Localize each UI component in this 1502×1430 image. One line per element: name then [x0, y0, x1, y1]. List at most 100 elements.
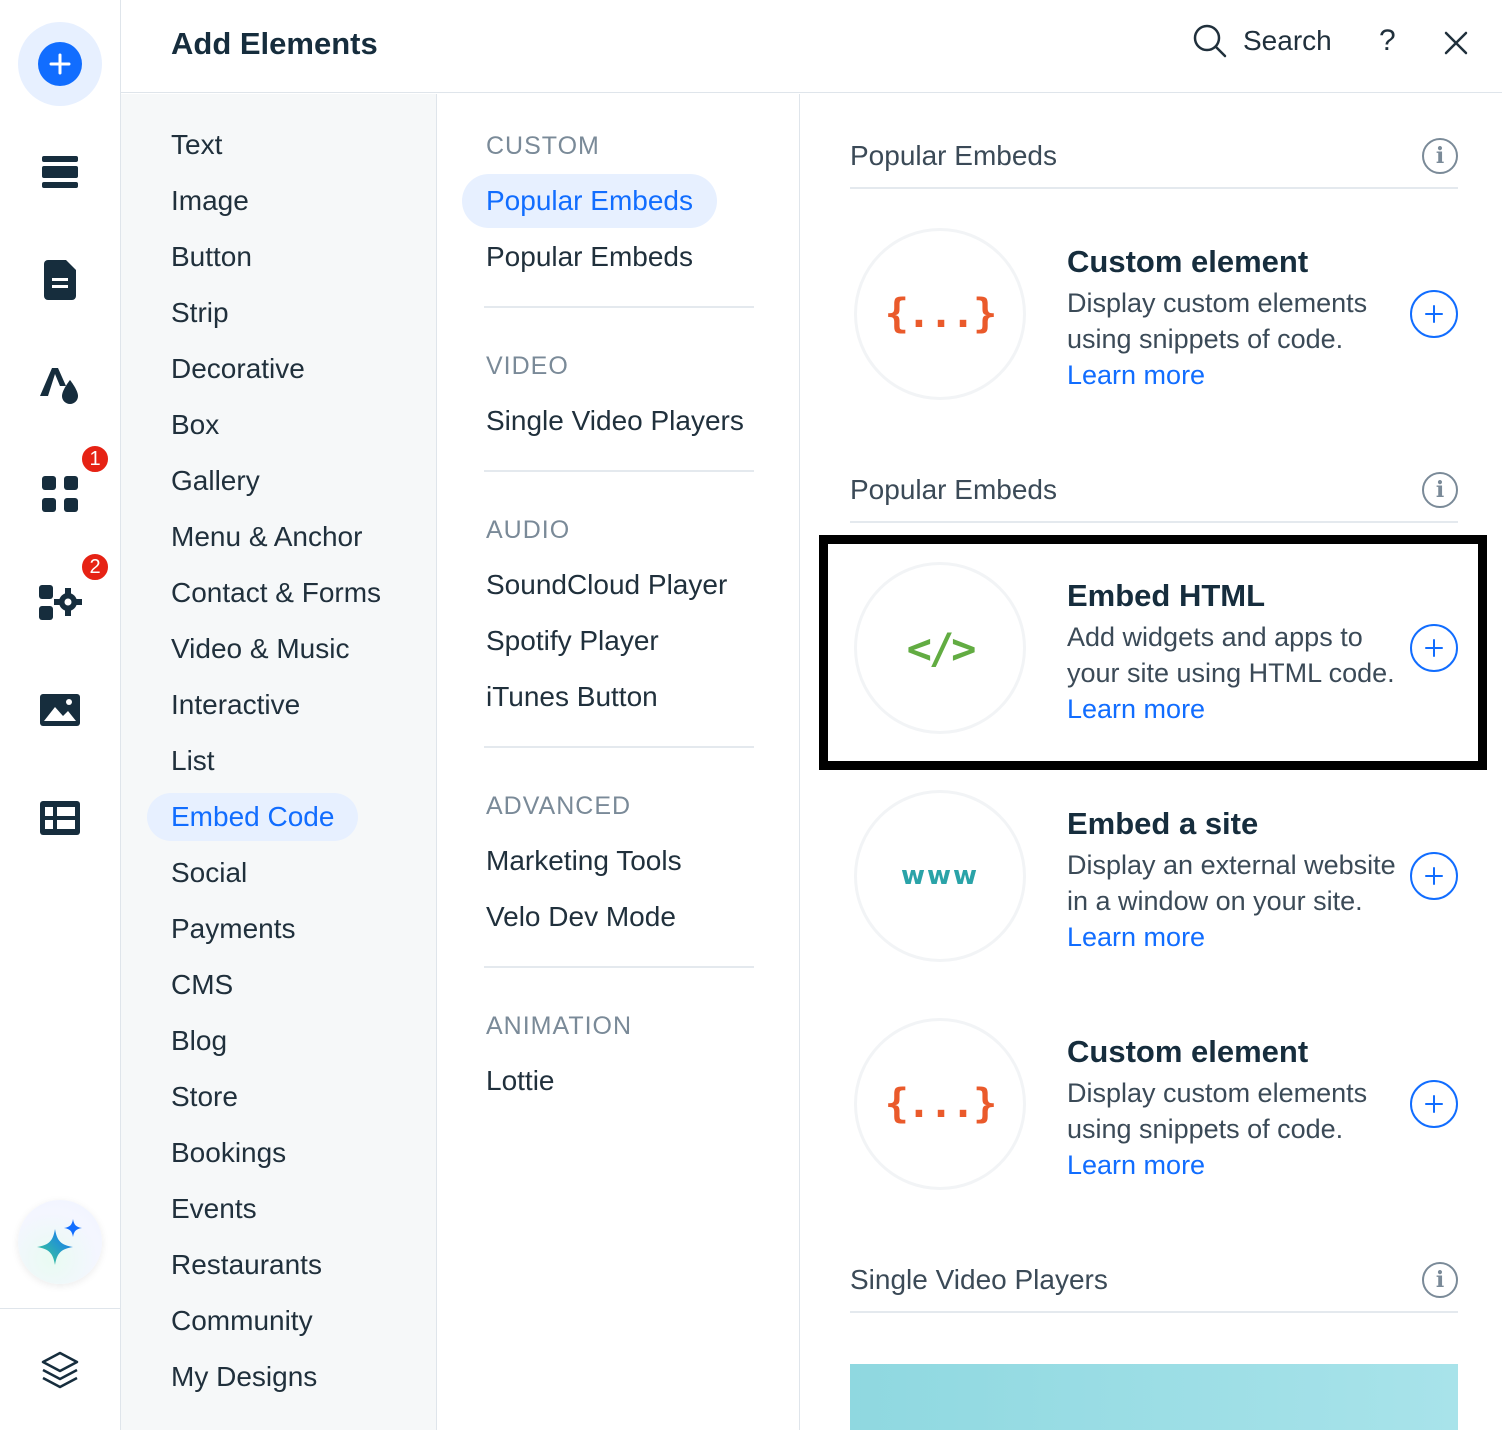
search-label: Search [1243, 25, 1332, 56]
group-divider [850, 1311, 1458, 1313]
card-description: Display an external website in a window … [1067, 847, 1397, 955]
image-icon [40, 694, 80, 726]
category-item[interactable]: List [147, 737, 239, 785]
table-icon [40, 801, 80, 835]
info-icon[interactable]: i [1422, 472, 1458, 508]
cms-button[interactable] [18, 776, 102, 860]
design-button[interactable] [18, 344, 102, 428]
category-item[interactable]: Menu & Anchor [147, 513, 386, 561]
section-divider [484, 966, 754, 968]
search-button[interactable]: Search [1193, 24, 1332, 58]
category-item[interactable]: Blog [147, 1017, 251, 1065]
section-heading: ADVANCED [486, 792, 632, 820]
subcategory-list: CUSTOM Popular Embeds Popular Embeds VID… [438, 94, 800, 1430]
group-title: Popular Embeds [850, 474, 1058, 505]
info-icon[interactable]: i [1422, 138, 1458, 174]
subcategory-item[interactable]: Single Video Players [462, 394, 768, 448]
category-item[interactable]: Video & Music [147, 625, 373, 673]
category-item[interactable]: Restaurants [147, 1241, 346, 1289]
help-button[interactable]: ? [1379, 24, 1396, 58]
category-item[interactable]: Strip [147, 289, 253, 337]
subcategory-item[interactable]: Spotify Player [462, 614, 683, 668]
subcategory-item[interactable]: iTunes Button [462, 670, 682, 724]
embed-site-thumbnail[interactable]: www [854, 790, 1026, 962]
notification-badge: 1 [80, 444, 110, 474]
left-rail: 1 2 [0, 0, 121, 1430]
learn-more-link[interactable]: Learn more [1067, 922, 1205, 952]
subcategory-item[interactable]: Lottie [462, 1054, 579, 1108]
add-element-button[interactable] [1410, 624, 1458, 672]
plus-icon [1425, 1095, 1443, 1113]
section-heading: AUDIO [486, 516, 571, 544]
plus-icon [1425, 867, 1443, 885]
notification-badge: 2 [80, 552, 110, 582]
category-item[interactable]: CMS [147, 961, 257, 1009]
rail-divider [0, 1308, 121, 1309]
category-item[interactable]: Image [147, 177, 273, 225]
code-icon: </> [906, 623, 977, 673]
business-apps-button[interactable]: 2 [18, 552, 110, 644]
category-item-active[interactable]: Embed Code [147, 793, 359, 841]
custom-element-thumbnail[interactable]: {...} [854, 228, 1026, 400]
ai-assistant-button[interactable] [18, 1200, 102, 1284]
card-description-text: Add widgets and apps to your site using … [1067, 622, 1395, 688]
theme-icon [40, 368, 78, 404]
close-button[interactable] [1443, 30, 1469, 61]
category-item[interactable]: Decorative [147, 345, 329, 393]
add-element-button[interactable] [1410, 852, 1458, 900]
apps-button[interactable]: 1 [18, 444, 110, 536]
category-item[interactable]: Bookings [147, 1129, 310, 1177]
category-item[interactable]: Store [147, 1073, 262, 1121]
info-icon[interactable]: i [1422, 1262, 1458, 1298]
video-player-thumbnail[interactable] [850, 1364, 1458, 1430]
learn-more-link[interactable]: Learn more [1067, 694, 1205, 724]
category-item[interactable]: Contact & Forms [147, 569, 405, 617]
category-item[interactable]: Social [147, 849, 271, 897]
subcategory-item[interactable]: Popular Embeds [462, 230, 717, 284]
www-icon: www [900, 861, 980, 891]
group-divider [850, 187, 1458, 189]
card-description: Display custom elements using snippets o… [1067, 285, 1397, 393]
custom-element-thumbnail[interactable]: {...} [854, 1018, 1026, 1190]
category-item[interactable]: Interactive [147, 681, 324, 729]
close-icon [1444, 31, 1468, 55]
subcategory-item[interactable]: SoundCloud Player [462, 558, 751, 612]
category-item[interactable]: Gallery [147, 457, 284, 505]
curly-braces-icon: {...} [884, 1081, 997, 1127]
category-item[interactable]: Button [147, 233, 276, 281]
category-item[interactable]: Box [147, 401, 243, 449]
pages-button[interactable] [18, 238, 102, 322]
category-item[interactable]: Text [147, 121, 246, 169]
sections-icon [42, 156, 78, 188]
layers-button[interactable] [18, 1328, 102, 1412]
add-elements-button[interactable] [18, 22, 102, 106]
sections-button[interactable] [18, 130, 102, 214]
plus-icon [38, 42, 82, 86]
media-button[interactable] [18, 668, 102, 752]
category-item[interactable]: My Designs [147, 1353, 341, 1401]
category-item[interactable]: Events [147, 1185, 281, 1233]
group-title: Popular Embeds [850, 140, 1058, 171]
add-element-button[interactable] [1410, 290, 1458, 338]
group-title: Single Video Players [850, 1264, 1108, 1295]
learn-more-link[interactable]: Learn more [1067, 1150, 1205, 1180]
add-element-button[interactable] [1410, 1080, 1458, 1128]
category-item[interactable]: Community [147, 1297, 337, 1345]
panel-title: Add Elements [171, 26, 378, 61]
section-divider [484, 746, 754, 748]
page-icon [44, 260, 76, 300]
subcategory-item[interactable]: Velo Dev Mode [462, 890, 700, 944]
embed-html-thumbnail[interactable]: </> [854, 562, 1026, 734]
subcategory-item-active[interactable]: Popular Embeds [462, 174, 718, 228]
section-heading: VIDEO [486, 352, 569, 380]
learn-more-link[interactable]: Learn more [1067, 360, 1205, 390]
layers-icon [41, 1351, 79, 1389]
category-list: Text Image Button Strip Decorative Box G… [121, 94, 437, 1430]
plus-icon [1425, 305, 1443, 323]
plus-icon [1425, 639, 1443, 657]
apps-settings-icon [39, 585, 82, 620]
card-description: Display custom elements using snippets o… [1067, 1075, 1397, 1183]
card-title: Custom element [1067, 244, 1309, 279]
subcategory-item[interactable]: Marketing Tools [462, 834, 706, 888]
category-item[interactable]: Payments [147, 905, 320, 953]
